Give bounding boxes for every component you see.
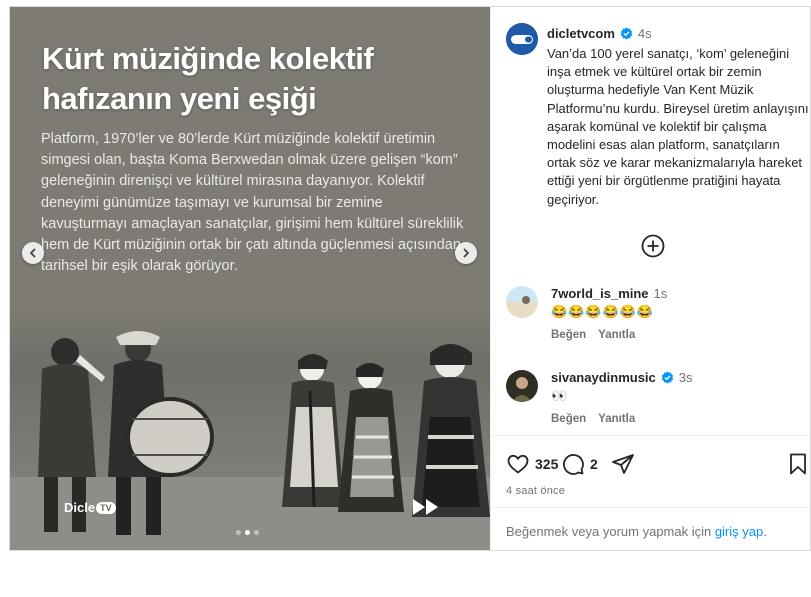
caption-header: dicletvcom 4s <box>547 26 652 41</box>
bookmark-icon <box>790 453 806 475</box>
fast-forward-icon <box>413 499 438 515</box>
slide-title-line2: hafızanın yeni eşiği <box>42 81 317 116</box>
portrait-avatar-icon <box>506 370 538 402</box>
avatar-7world[interactable] <box>506 286 538 318</box>
share-button[interactable] <box>611 452 635 476</box>
post-container: Kürt müziğinde kolektif hafızanın yeni e… <box>9 6 811 551</box>
post-time-ago: 4 saat önce <box>506 485 566 497</box>
login-prompt-suffix: . <box>763 524 767 539</box>
carousel-dots <box>236 530 259 535</box>
carousel-next-button[interactable] <box>455 242 477 264</box>
like-count: 325 <box>535 456 559 472</box>
caption-text: Van’da 100 yerel sanatçı, ‘kom’ geleneği… <box>547 46 809 207</box>
avatar-sivanaydin[interactable] <box>506 370 538 402</box>
post-side-panel: dicletvcom 4s Van’da 100 yerel sanatçı, … <box>490 7 811 550</box>
comment-bubble-icon <box>563 454 584 475</box>
slide-title: Kürt müziğinde kolektif hafızanın yeni e… <box>42 39 462 119</box>
save-button[interactable] <box>786 452 810 476</box>
chevron-right-icon <box>463 248 469 258</box>
carousel-dot <box>245 530 250 535</box>
carousel-dot <box>254 530 259 535</box>
like-button[interactable]: 325 <box>506 452 558 476</box>
divider <box>491 507 811 508</box>
logo-tv: TV <box>96 501 116 514</box>
paper-plane-icon <box>612 454 634 474</box>
verified-badge-icon <box>661 371 673 384</box>
login-prompt-prefix: Beğenmek veya yorum yapmak için <box>506 524 715 539</box>
slide-title-line1: Kürt müziğinde kolektif <box>42 41 374 76</box>
comment-reply-button[interactable]: Yanıtla <box>598 413 635 425</box>
heart-icon <box>507 454 529 474</box>
comment-time: 3s <box>678 370 693 385</box>
caption-username[interactable]: dicletvcom <box>547 26 615 41</box>
comment-time: 1s <box>653 286 668 301</box>
carousel-prev-button[interactable] <box>22 242 44 264</box>
comment-text: 👀 <box>551 388 569 403</box>
logo-text: Dicle <box>64 500 96 515</box>
post-media-carousel[interactable]: Kürt müziğinde kolektif hafızanın yeni e… <box>10 7 490 550</box>
dicletv-logo-icon <box>506 23 538 55</box>
post-actions: 325 2 <box>506 452 811 478</box>
slide-body-text: Platform, 1970’ler ve 80’lerde Kürt müzi… <box>41 131 464 275</box>
load-more-comments-icon[interactable] <box>641 234 665 258</box>
chevron-left-icon <box>30 248 36 258</box>
comment-like-button[interactable]: Beğen <box>551 329 586 341</box>
verified-badge-icon <box>620 27 633 40</box>
comment-button[interactable]: 2 <box>561 452 598 476</box>
carousel-dot <box>236 530 241 535</box>
avatar-dicletvcom[interactable] <box>506 23 538 55</box>
divider <box>491 435 811 436</box>
comment-text: 😂😂😂😂😂😂 <box>551 304 655 319</box>
comment-count: 2 <box>590 456 598 472</box>
beach-avatar-icon <box>506 286 538 318</box>
comment-username[interactable]: 7world_is_mine <box>551 286 649 301</box>
comment-like-button[interactable]: Beğen <box>551 413 586 425</box>
dicletv-watermark-logo: Dicle TV <box>64 500 116 515</box>
comment-username[interactable]: sivanaydinmusic <box>551 370 656 385</box>
login-link[interactable]: giriş yap <box>715 524 763 539</box>
login-prompt: Beğenmek veya yorum yapmak için giriş ya… <box>506 524 767 539</box>
comment-reply-button[interactable]: Yanıtla <box>598 329 635 341</box>
caption-time: 4s <box>637 26 652 41</box>
